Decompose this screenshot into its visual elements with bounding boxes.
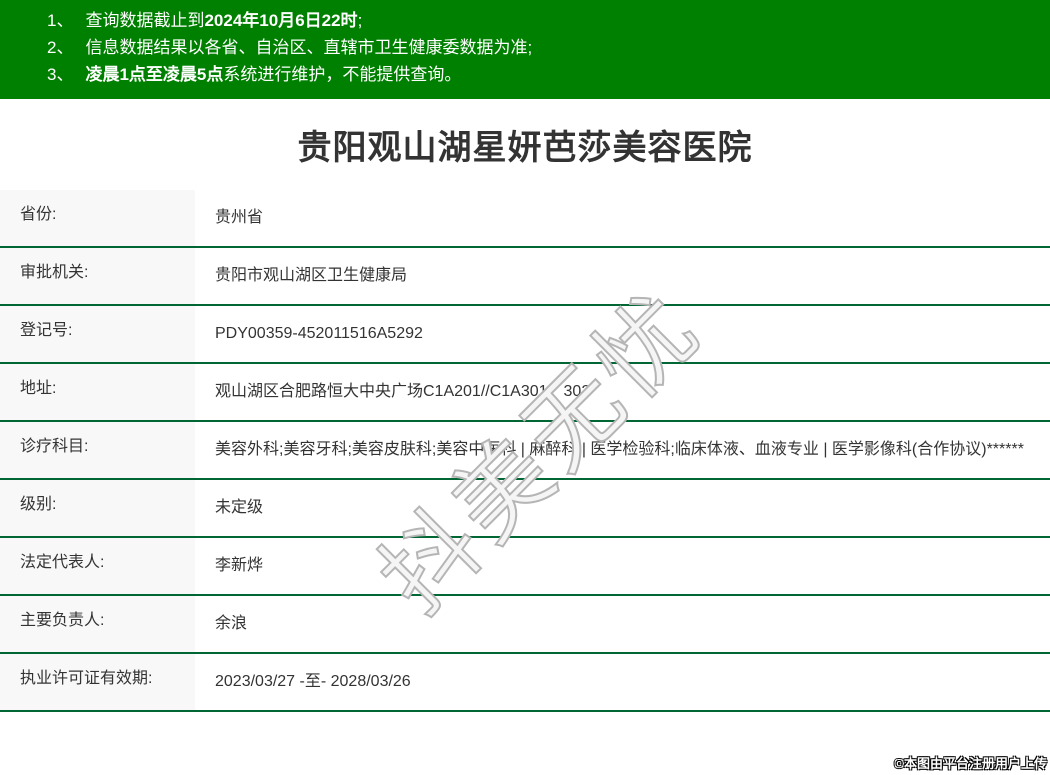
notice-text: 信息数据结果以各省、自治区、直辖市卫生健康委数据为准;	[85, 38, 533, 57]
table-row-province: 省份: 贵州省	[0, 190, 1050, 248]
notice-number: 3、	[47, 65, 74, 84]
info-table: 省份: 贵州省 审批机关: 贵阳市观山湖区卫生健康局 登记号: PDY00359…	[0, 190, 1050, 712]
notice-text: 系统进行维护，不能提供查询。	[223, 65, 462, 84]
notice-banner: 1、 查询数据截止到2024年10月6日22时; 2、 信息数据结果以各省、自治区、…	[0, 0, 1050, 99]
table-row-license-validity: 执业许可证有效期: 2023/03/27 -至- 2028/03/26	[0, 654, 1050, 712]
notice-line-2: 2、 信息数据结果以各省、自治区、直辖市卫生健康委数据为准;	[47, 34, 1040, 61]
table-row-principal: 主要负责人: 余浪	[0, 596, 1050, 654]
row-label: 诊疗科目:	[0, 422, 195, 478]
row-label: 审批机关:	[0, 248, 195, 304]
row-value: 李新烨	[195, 538, 1050, 594]
row-label: 级别:	[0, 480, 195, 536]
notice-number: 1、	[47, 11, 74, 30]
notice-line-3: 3、 凌晨1点至凌晨5点系统进行维护，不能提供查询。	[47, 61, 1040, 88]
page-title: 贵阳观山湖星妍芭莎美容医院	[297, 129, 753, 167]
notice-text-bold: 2024年10月6日22时	[204, 11, 358, 30]
row-value: 未定级	[195, 480, 1050, 536]
table-row-legal-representative: 法定代表人: 李新烨	[0, 538, 1050, 596]
row-label: 主要负责人:	[0, 596, 195, 652]
notice-text: ;	[357, 11, 363, 30]
table-row-address: 地址: 观山湖区合肥路恒大中央广场C1A201//C1A301、302	[0, 364, 1050, 422]
table-row-medical-departments: 诊疗科目: 美容外科;美容牙科;美容皮肤科;美容中医科 | 麻醉科 | 医学检验…	[0, 422, 1050, 480]
notice-text-bold: 凌晨1点至凌晨5点	[85, 65, 224, 84]
row-value: 美容外科;美容牙科;美容皮肤科;美容中医科 | 麻醉科 | 医学检验科;临床体液…	[195, 422, 1050, 478]
row-label: 地址:	[0, 364, 195, 420]
table-row-approval-authority: 审批机关: 贵阳市观山湖区卫生健康局	[0, 248, 1050, 306]
row-label: 省份:	[0, 190, 195, 246]
table-row-level: 级别: 未定级	[0, 480, 1050, 538]
row-label: 法定代表人:	[0, 538, 195, 594]
notice-number: 2、	[47, 38, 74, 57]
row-label: 登记号:	[0, 306, 195, 362]
notice-text: 查询数据截止到	[85, 11, 205, 30]
row-value: 余浪	[195, 596, 1050, 652]
table-row-registration-number: 登记号: PDY00359-452011516A5292	[0, 306, 1050, 364]
title-container: 贵阳观山湖星妍芭莎美容医院	[0, 99, 1050, 190]
notice-line-1: 1、 查询数据截止到2024年10月6日22时;	[47, 7, 1040, 34]
row-value: PDY00359-452011516A5292	[195, 306, 1050, 362]
row-value: 观山湖区合肥路恒大中央广场C1A201//C1A301、302	[195, 364, 1050, 420]
upload-credit-watermark: ©本图由平台注册用户上传	[894, 756, 1047, 771]
row-value: 2023/03/27 -至- 2028/03/26	[195, 654, 1050, 710]
row-value: 贵州省	[195, 190, 1050, 246]
row-value: 贵阳市观山湖区卫生健康局	[195, 248, 1050, 304]
row-label: 执业许可证有效期:	[0, 654, 195, 710]
